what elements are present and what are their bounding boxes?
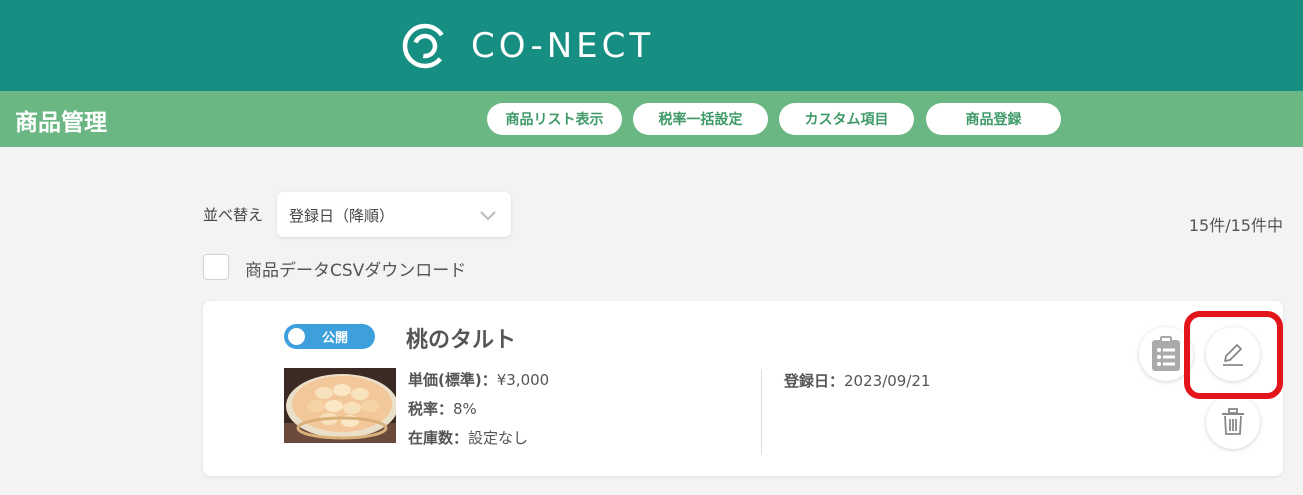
- edit-button-highlight: [1184, 311, 1283, 399]
- csv-download-label[interactable]: 商品データCSVダウンロード: [245, 256, 466, 281]
- registration-date-row: 登録日：2023/09/21: [784, 370, 930, 391]
- product-thumbnail[interactable]: [284, 368, 396, 443]
- csv-download-checkbox[interactable]: [203, 254, 229, 280]
- stock-label: 在庫数：: [408, 429, 469, 447]
- top-header: CO-NECT: [0, 0, 1303, 91]
- tax-row: 税率：8%: [408, 398, 477, 419]
- date-label: 登録日：: [784, 372, 845, 390]
- price-value: ¥3,000: [496, 371, 550, 389]
- divider: [761, 369, 762, 455]
- result-count: 15件/15件中: [1188, 216, 1283, 235]
- delete-button[interactable]: [1206, 395, 1260, 449]
- product-name: 桃のタルト: [406, 328, 517, 353]
- register-product-button[interactable]: 商品登録: [926, 103, 1061, 135]
- logo-text: CO-NECT: [471, 26, 655, 66]
- tax-value: 8%: [453, 400, 477, 418]
- sort-label: 並べ替え: [203, 206, 264, 224]
- stock-row: 在庫数：設定なし: [408, 427, 528, 448]
- conect-logo-icon: [402, 23, 448, 69]
- clipboard-list-icon: [1152, 336, 1180, 371]
- price-row: 単価(標準)：¥3,000: [408, 369, 549, 390]
- sort-value: 登録日（降順）: [289, 207, 395, 225]
- toggle-knob: [288, 328, 305, 345]
- publish-status-label: 公開: [322, 331, 349, 346]
- custom-fields-button[interactable]: カスタム項目: [779, 103, 914, 135]
- sort-select[interactable]: 登録日（降順）: [277, 192, 511, 237]
- stock-value: 設定なし: [468, 429, 529, 447]
- chevron-down-icon: [480, 211, 496, 221]
- page-title: 商品管理: [15, 110, 107, 136]
- publish-toggle[interactable]: 公開: [284, 324, 375, 349]
- peach-tart-image: [284, 368, 396, 443]
- tax-bulk-setting-button[interactable]: 税率一括設定: [633, 103, 768, 135]
- sub-header: 商品管理 商品リスト表示 税率一括設定 カスタム項目 商品登録: [0, 91, 1303, 147]
- logo[interactable]: CO-NECT: [401, 22, 654, 70]
- product-card: 公開 桃のタルト 単価(標準)：¥3,000 税率：8% 在庫数：設定なし 登録…: [203, 301, 1283, 476]
- trash-icon: [1222, 408, 1244, 435]
- date-value: 2023/09/21: [844, 372, 931, 390]
- price-label: 単価(標準)：: [408, 371, 497, 389]
- tax-label: 税率：: [408, 400, 454, 418]
- product-list-button[interactable]: 商品リスト表示: [487, 103, 622, 135]
